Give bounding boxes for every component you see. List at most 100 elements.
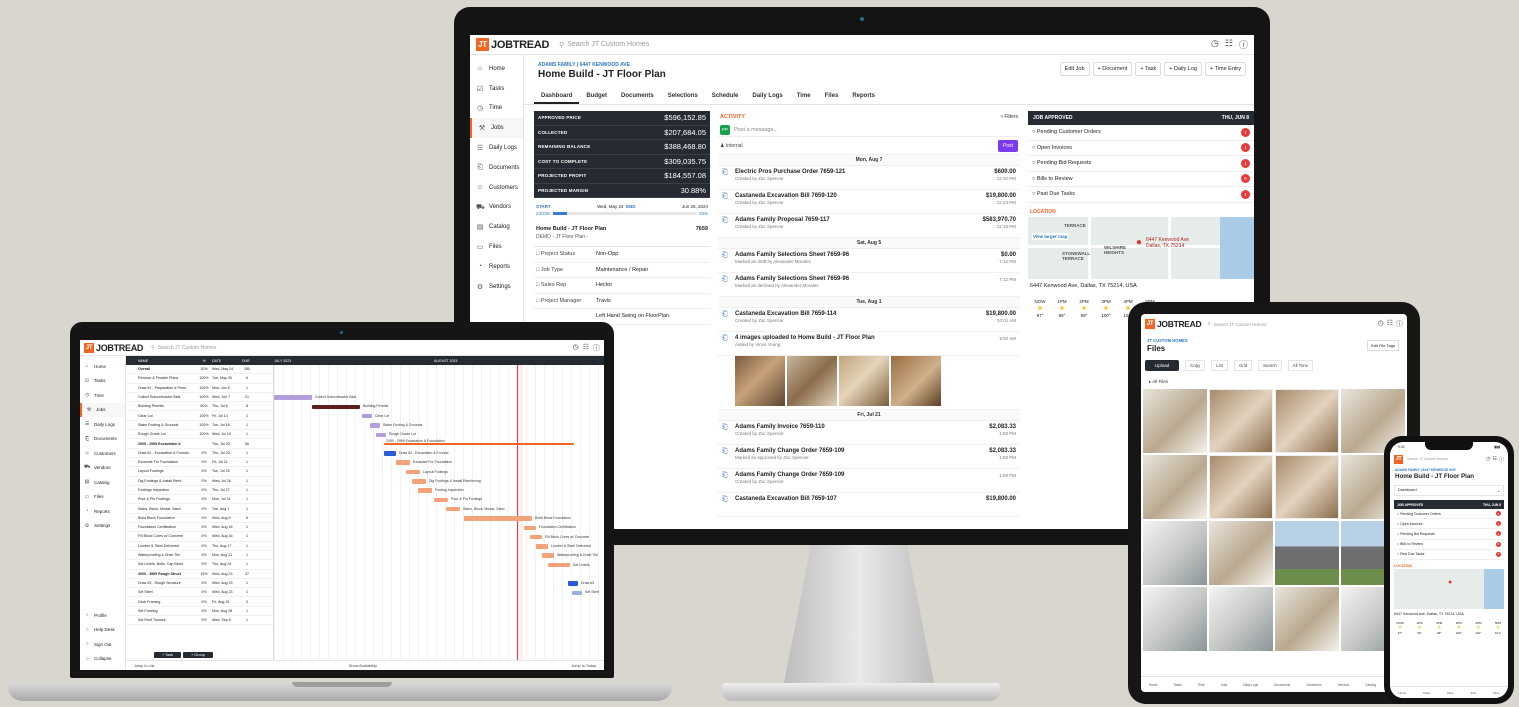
logo[interactable]: JT	[1394, 454, 1403, 464]
sidebar-item-reports[interactable]: ◔ Reports	[80, 504, 125, 519]
sidebar-item-time[interactable]: ◷ Time	[80, 388, 125, 403]
sidebar-item-daily-logs[interactable]: ☰ Daily Logs	[470, 138, 523, 158]
file-thumbnail[interactable]	[1209, 455, 1273, 519]
file-thumbnail[interactable]	[1143, 587, 1207, 651]
sidebar-item-vendors[interactable]: ⛟ Vendors	[470, 198, 523, 218]
sidebar-item-daily-logs[interactable]: ☰ Daily Logs	[80, 417, 125, 432]
search-input[interactable]: Search JT Custom Homes	[567, 41, 649, 48]
tab-files[interactable]: Files	[818, 89, 846, 104]
gantt-bar[interactable]	[274, 395, 312, 400]
tab-reports[interactable]: Reports	[845, 89, 882, 104]
search-bar[interactable]: Search JT Custom Homes	[1407, 457, 1486, 461]
activity-item[interactable]: ⎗ Castaneda Excavation Bill 7659-120 Creat…	[718, 190, 1020, 214]
activity-item[interactable]: ⎗ Adams Family Change Order 7659-109 Creat…	[718, 469, 1020, 493]
jump-to-list-link[interactable]: Jump to List	[134, 664, 154, 668]
gantt-bar[interactable]	[542, 553, 554, 558]
table-row[interactable]: Lumber & Steel Delivered 0% Thu, Aug 17 1	[126, 542, 273, 551]
sidebar-item-vendors[interactable]: ⛟ Vendors	[80, 461, 125, 476]
gantt-bar[interactable]	[524, 525, 536, 530]
sidebar-item-help-desk[interactable]: ○ Help Desk	[80, 623, 125, 638]
nav-item[interactable]: Jobs	[1470, 691, 1476, 695]
help-icon[interactable]: ⓘ	[593, 343, 600, 353]
table-row[interactable]: Overall 10% Wed, May 24 265	[126, 365, 273, 375]
nav-item[interactable]: Catalog	[1365, 683, 1376, 687]
gantt-bar[interactable]	[568, 581, 578, 586]
file-thumbnail[interactable]	[1275, 389, 1339, 453]
filters-button[interactable]: ▿ Filters	[1000, 114, 1018, 120]
activity-item[interactable]: ⎗ Adams Family Invoice 7659-110 Created by…	[718, 421, 1020, 445]
edit-file-tags-button[interactable]: Edit File Tags	[1367, 340, 1399, 351]
gantt-add-button[interactable]: + Group	[183, 652, 213, 658]
dashboard-select[interactable]: Dashboard ⌄	[1394, 485, 1504, 496]
job-approved-item[interactable]: ○ Past Due Tasks 1	[1394, 550, 1504, 560]
gantt-bar[interactable]	[312, 404, 360, 410]
activity-item[interactable]: ⎗ 4 images uploaded to Home Build - JT Fl…	[718, 332, 1020, 356]
file-thumbnail[interactable]	[1209, 587, 1273, 651]
nav-item[interactable]: Documents	[1274, 683, 1290, 687]
table-row[interactable]: Deck Framing 0% Fri, Aug 25 3	[126, 597, 273, 607]
clock-icon[interactable]: ◷	[1378, 319, 1384, 329]
file-thumbnail[interactable]	[1143, 521, 1207, 585]
sidebar-item-sign-out[interactable]: ○ Sign Out	[80, 637, 125, 652]
job-approved-item[interactable]: ○ Open Invoices 1	[1028, 141, 1254, 156]
clock-icon[interactable]: ◷	[1486, 456, 1490, 463]
search-bar[interactable]: ⚲ Search JT Custom Homes	[151, 345, 573, 351]
sidebar-item-tasks[interactable]: ☑ Tasks	[80, 374, 125, 389]
action-button[interactable]: + Document	[1092, 62, 1133, 76]
clipboard-icon[interactable]: ☷	[583, 343, 589, 353]
sidebar-item-tasks[interactable]: ☑ Tasks	[470, 79, 523, 99]
sidebar-item-customers[interactable]: ☺ Customers	[80, 446, 125, 461]
tool-list[interactable]: List	[1211, 360, 1228, 371]
all-files-folder[interactable]: ▸ All Files	[1141, 377, 1407, 389]
photo-thumbnail[interactable]	[735, 356, 785, 406]
table-row[interactable]: Fill Block Cores w/ Concrete 0% Wed, Aug 1…	[126, 532, 273, 542]
sidebar-item-time[interactable]: ◷ Time	[470, 99, 523, 119]
gantt-bar[interactable]	[548, 562, 570, 568]
action-button[interactable]: + Task	[1135, 62, 1162, 76]
activity-item[interactable]: ⎗ Electric Pros Purchase Order 7659-121 Cr…	[718, 166, 1020, 190]
photo-thumbnail[interactable]	[839, 356, 889, 406]
table-row[interactable]: Draw #2 - Excavation & Foundn. 0% Thu, Jul…	[126, 449, 273, 458]
table-row[interactable]: Stake Footing & Grounds 100% Tue, Jul 18 1	[126, 421, 273, 431]
nav-item[interactable]: More	[1493, 691, 1499, 695]
sidebar-item-profile[interactable]: ○ Profile	[80, 608, 125, 623]
gantt-bar[interactable]	[536, 544, 548, 549]
photo-thumbnail[interactable]	[891, 356, 941, 406]
job-approved-item[interactable]: ○ Pending Customer Orders 1	[1394, 509, 1504, 520]
sidebar-item-documents[interactable]: ⎗ Documents	[470, 158, 523, 178]
nav-item[interactable]: Files	[1447, 691, 1453, 695]
clipboard-icon[interactable]: ☷	[1387, 319, 1393, 329]
table-row[interactable]: Excavate For Foundation 0% Fri, Jul 21 1	[126, 458, 273, 468]
file-thumbnail[interactable]	[1143, 455, 1207, 519]
nav-item[interactable]: Vendors	[1338, 683, 1350, 687]
gantt-bar[interactable]	[530, 534, 542, 540]
table-row[interactable]: Rough Grade Lot 100% Wed, Jul 19 1	[126, 430, 273, 440]
table-row[interactable]: Dig Footings & Install Reinf. 0% Wed, Jul …	[126, 477, 273, 486]
gantt-bar[interactable]	[434, 497, 448, 503]
table-row[interactable]: Set Roof Trusses 0% Wed, Sep 6 1	[126, 616, 273, 626]
sidebar-item-jobs[interactable]: ⚒ Jobs	[80, 402, 125, 417]
sidebar-item-settings[interactable]: ⚙ Settings	[80, 519, 125, 534]
tool-copy[interactable]: Copy	[1185, 360, 1206, 371]
table-row[interactable]: Clear Lot 100% Fri, Jul 14 1	[126, 411, 273, 421]
table-row[interactable]: Set Framing 0% Mon, Aug 28 1	[126, 607, 273, 617]
table-row[interactable]: Draw #1 - Preparation & Perm. 100% Mon, Ju…	[126, 384, 273, 393]
table-row[interactable]: Collect Subcontractor Bids 100% Wed, Jun 7…	[126, 393, 273, 403]
tool-search[interactable]: Search	[1258, 360, 1282, 371]
post-button[interactable]: Post	[997, 139, 1018, 152]
sidebar-item-catalog[interactable]: ▤ Catalog	[470, 217, 523, 237]
sidebar-item-reports[interactable]: ◔ Reports	[470, 257, 523, 277]
table-row[interactable]: Draw #3 - Rough Structure 0% Wed, Aug 23 1	[126, 579, 273, 589]
logo[interactable]: JT JOBTREAD	[476, 38, 549, 51]
nav-item[interactable]: Jobs	[1221, 683, 1228, 687]
tab-documents[interactable]: Documents	[614, 89, 661, 104]
tool-grid[interactable]: Grid	[1233, 360, 1253, 371]
sidebar-item-files[interactable]: ▭ Files	[80, 490, 125, 505]
internal-toggle[interactable]: ♟ Internal	[720, 143, 743, 149]
gantt-bar[interactable]	[384, 443, 574, 445]
job-approved-item[interactable]: ○ Past Due Tasks 1	[1028, 187, 1254, 203]
gantt-bar[interactable]	[418, 488, 432, 493]
gantt-bar[interactable]	[396, 460, 410, 465]
gantt-bar[interactable]	[412, 479, 426, 484]
job-approved-item[interactable]: ○ Pending Bid Requests 1	[1028, 156, 1254, 172]
